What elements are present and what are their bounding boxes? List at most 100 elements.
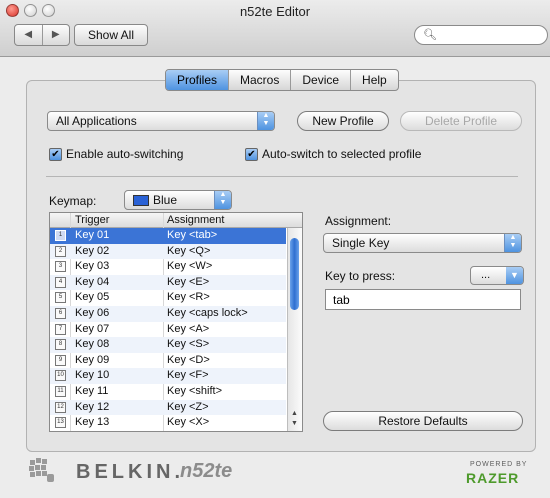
key-icon: 7 (55, 323, 66, 335)
trigger-cell: Key 10 (75, 369, 110, 382)
auto-switch-selected-checkbox[interactable]: ✔ Auto-switch to selected profile (245, 147, 421, 161)
forward-arrow-icon[interactable]: ▶ (41, 25, 70, 45)
tab-help[interactable]: Help (350, 70, 398, 90)
table-row[interactable]: 12 Key 12 Key <Z> (50, 399, 286, 416)
trigger-cell: Key 01 (75, 229, 110, 241)
assignment-cell: Key <S> (167, 338, 210, 351)
trigger-cell: Key 08 (75, 338, 110, 351)
trigger-cell: Key 07 (75, 322, 110, 335)
section-divider (46, 176, 518, 177)
branding-footer: BELKIN. n52te POWERED BY RAZER (0, 450, 550, 498)
search-input[interactable] (437, 27, 545, 43)
table-row[interactable]: 11 Key 11 Key <shift> (50, 384, 286, 400)
key-icon: 9 (55, 354, 66, 366)
checkmark-icon: ✔ (245, 147, 258, 161)
key-icon: 12 (55, 401, 66, 413)
table-row[interactable]: 7 Key 07 Key <A> (50, 322, 286, 338)
trigger-cell: Key 09 (75, 353, 110, 366)
belkin-wordmark: BELKIN (76, 461, 175, 483)
popup-arrows-icon: ▲ ▼ (504, 234, 521, 252)
key-to-press-label: Key to press: (325, 269, 396, 283)
key-icon: 8 (55, 339, 66, 351)
assignment-cell: Key <F> (167, 369, 209, 382)
table-body: 1 Key 01 Key <tab> 2 Key 02 Key <Q> 3 Key 03 Key… (50, 228, 286, 431)
tab-bar: Profiles Macros Device Help (165, 69, 399, 91)
trigger-cell: Key 03 (75, 260, 110, 273)
trigger-cell: Key 05 (75, 291, 110, 304)
scroll-up-icon[interactable]: ▲ (291, 410, 298, 417)
assignment-cell: Key <W> (167, 260, 213, 273)
table-row[interactable]: 8 Key 08 Key <S> (50, 337, 286, 353)
table-row[interactable]: 6 Key 06 Key <caps lock> (50, 305, 286, 322)
table-row[interactable]: 9 Key 09 Key <D> (50, 353, 286, 369)
key-menu-label: ... (481, 269, 491, 281)
scroll-down-icon[interactable]: ▼ (291, 420, 298, 427)
show-all-button[interactable]: Show All (74, 24, 148, 46)
new-profile-button[interactable]: New Profile (297, 111, 389, 131)
editor-window: n52te Editor ◀ ▶ Show All 🔍︎ Profiles Ma… (0, 0, 550, 498)
table-row[interactable]: 13 Key 13 Key <X> (50, 415, 286, 431)
back-arrow-icon[interactable]: ◀ (15, 25, 42, 45)
trigger-cell: Key 13 (75, 416, 110, 429)
enable-auto-switching-checkbox[interactable]: ✔ Enable auto-switching (49, 147, 183, 161)
back-forward-control: ◀ ▶ (14, 24, 70, 46)
key-icon: 13 (55, 417, 66, 429)
assignment-cell: Key <tab> (167, 229, 218, 241)
trigger-cell: Key 11 (75, 384, 109, 397)
key-icon: 10 (55, 370, 66, 382)
assignment-cell: Key <E> (167, 275, 210, 288)
table-row[interactable]: 4 Key 04 Key <E> (50, 274, 286, 291)
key-icon: 2 (55, 245, 66, 257)
key-icon: 4 (55, 276, 66, 288)
scrollbar-thumb[interactable] (290, 238, 299, 310)
keymap-label: Keymap: (49, 194, 97, 208)
keymap-popup[interactable]: Blue ▲ ▼ (124, 190, 232, 210)
assignment-cell: Key <Z> (167, 400, 209, 413)
assignment-cell: Key <X> (167, 416, 210, 429)
keymap-color-swatch (133, 195, 149, 206)
tab-profiles[interactable]: Profiles (166, 70, 229, 90)
window-title: n52te Editor (239, 4, 311, 19)
enable-auto-switching-label: Enable auto-switching (66, 147, 184, 161)
key-to-press-input[interactable] (331, 290, 515, 309)
column-header-assignment[interactable]: Assignment (167, 214, 224, 226)
table-row[interactable]: 5 Key 05 Key <R> (50, 290, 286, 306)
key-to-press-field[interactable] (325, 289, 521, 310)
key-icon: 6 (55, 307, 66, 319)
column-header-trigger[interactable]: Trigger (75, 214, 109, 226)
restore-defaults-button[interactable]: Restore Defaults (323, 411, 523, 431)
search-field[interactable]: 🔍︎ (414, 25, 548, 45)
tab-device[interactable]: Device (290, 70, 350, 90)
assignment-label: Assignment: (325, 214, 392, 228)
popup-arrows-icon: ▲ ▼ (257, 112, 274, 130)
checkmark-icon: ✔ (49, 147, 62, 161)
table-row[interactable]: 2 Key 02 Key <Q> (50, 243, 286, 260)
assignment-cell: Key <caps lock> (167, 306, 248, 319)
assignment-cell: Key <R> (167, 291, 210, 304)
delete-profile-button[interactable]: Delete Profile (400, 111, 522, 131)
table-scrollbar[interactable]: ▲ ▼ (287, 228, 302, 431)
keypad-logo-icon (29, 458, 54, 482)
key-menu-popup[interactable]: ... ▼ (470, 266, 524, 285)
table-row[interactable]: 10 Key 10 Key <F> (50, 368, 286, 384)
keymap-value: Blue (153, 193, 178, 207)
table-row[interactable]: 1 Key 01 Key <tab> (50, 228, 286, 244)
trigger-cell: Key 12 (75, 400, 110, 413)
powered-by-text: POWERED BY (470, 461, 528, 468)
key-icon: 1 (55, 230, 66, 241)
key-icon: 5 (55, 292, 66, 304)
search-icon: 🔍︎ (423, 29, 437, 41)
title-bar: n52te Editor ◀ ▶ Show All 🔍︎ (0, 0, 550, 57)
table-header: Trigger Assignment (50, 213, 302, 228)
assignment-cell: Key <A> (167, 322, 210, 335)
key-icon: 3 (55, 261, 66, 273)
assignment-type-value: Single Key (332, 236, 390, 250)
application-value: All Applications (56, 114, 137, 128)
n52te-logo: n52te (180, 460, 233, 482)
application-popup[interactable]: All Applications ▲ ▼ (47, 111, 275, 131)
assignment-type-popup[interactable]: Single Key ▲ ▼ (323, 233, 522, 253)
table-row[interactable]: 3 Key 03 Key <W> (50, 259, 286, 275)
tab-macros[interactable]: Macros (228, 70, 290, 90)
trigger-cell: Key 02 (75, 244, 110, 257)
razer-logo: RAZER (466, 470, 520, 486)
